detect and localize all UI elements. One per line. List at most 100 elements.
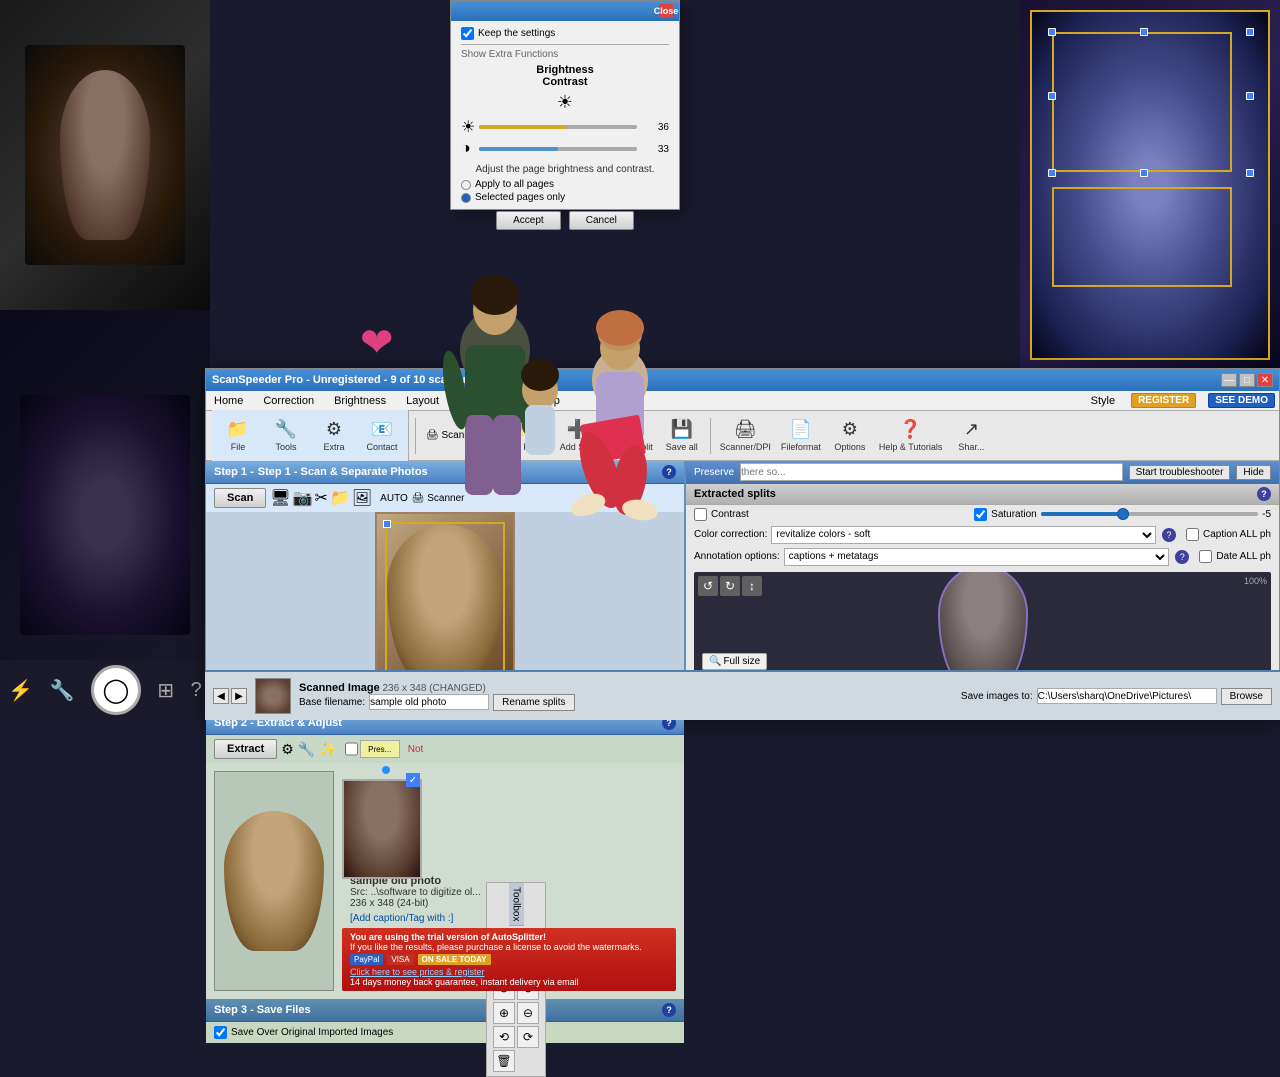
save-path-input[interactable] xyxy=(1037,688,1217,704)
extract-magic-icon[interactable]: ✨ xyxy=(319,741,336,758)
selected-only-radio[interactable] xyxy=(461,193,471,203)
delete-split-button[interactable]: ➖ Delete Split xyxy=(604,414,656,458)
preserve-checkbox[interactable] xyxy=(345,740,358,758)
rename-splits-button[interactable]: Rename splits xyxy=(493,694,574,711)
saturation-thumb[interactable] xyxy=(1117,508,1129,520)
file-toolbar-btn[interactable]: 📁 File xyxy=(216,414,260,458)
settings-icon[interactable]: 🔧 xyxy=(50,678,75,703)
scan-icon-1[interactable]: 🖥 xyxy=(270,488,290,508)
cancel-button[interactable]: Cancel xyxy=(569,211,634,230)
nav-next[interactable]: ▶ xyxy=(231,688,247,704)
extract-checkmark: ✓ xyxy=(406,773,420,787)
preview-selection-box[interactable] xyxy=(385,522,505,690)
saturation-slider[interactable] xyxy=(1041,512,1258,516)
drag-handle[interactable] xyxy=(382,766,390,774)
tool-zoom-out[interactable]: ⊖ xyxy=(517,1002,539,1024)
handle-tr[interactable] xyxy=(1246,28,1254,36)
date-all-checkbox[interactable] xyxy=(1199,550,1212,563)
share-button[interactable]: ↗ Shar... xyxy=(949,414,993,458)
dialog-close-button[interactable]: Close xyxy=(659,4,673,18)
caption-all-checkbox[interactable] xyxy=(1186,528,1199,541)
menu-layout[interactable]: Layout xyxy=(402,393,443,409)
extracted-help[interactable]: ? xyxy=(1257,487,1271,501)
handle-tl[interactable] xyxy=(383,520,391,528)
scan-button[interactable]: Scan xyxy=(214,488,266,508)
scan-icon-3[interactable]: ✂ xyxy=(315,488,328,508)
color-correction-help[interactable]: ? xyxy=(1162,528,1176,542)
handle-tc[interactable] xyxy=(1140,28,1148,36)
fileformat-button[interactable]: 📄 Fileformat xyxy=(778,414,824,458)
maximize-button[interactable]: □ xyxy=(1239,373,1255,387)
annotation-help[interactable]: ? xyxy=(1175,550,1189,564)
app-titlebar: ScanSpeeder Pro - Unregistered - 9 of 10… xyxy=(206,369,1279,391)
scan-circle-button[interactable]: ◯ xyxy=(91,665,141,715)
preserve-input[interactable] xyxy=(740,463,1123,481)
keep-settings-checkbox[interactable] xyxy=(461,27,474,40)
nav-prev[interactable]: ◀ xyxy=(213,688,229,704)
add-split-button[interactable]: ➕ Add Split xyxy=(556,414,600,458)
rotate-right-button[interactable]: ↻ xyxy=(720,576,740,596)
tool-redo[interactable]: ⟳ xyxy=(517,1026,539,1048)
contrast-checkbox[interactable] xyxy=(694,508,707,521)
menu-brightness[interactable]: Brightness xyxy=(330,393,390,409)
apply-all-radio[interactable] xyxy=(461,180,471,190)
tools-toolbar-btn[interactable]: 🔧 Tools xyxy=(264,414,308,458)
close-button[interactable]: ✕ xyxy=(1257,373,1273,387)
tool-zoom-in[interactable]: ⊕ xyxy=(493,1002,515,1024)
step1-help[interactable]: ? xyxy=(662,465,676,479)
extra-toolbar-btn[interactable]: ⚙ Extra xyxy=(312,414,356,458)
step3-help[interactable]: ? xyxy=(662,1003,676,1017)
handle-ml[interactable] xyxy=(1048,92,1056,100)
full-size-button[interactable]: 🔍 Full size xyxy=(702,653,767,670)
scanner-dpi-button[interactable]: 🖨 Scanner/DPI xyxy=(717,414,774,458)
contact-toolbar-btn[interactable]: 📧 Contact xyxy=(360,414,404,458)
help-icon[interactable]: ? xyxy=(191,679,202,702)
annotation-select[interactable]: captions + metatags xyxy=(784,548,1170,566)
menu-help[interactable]: Help xyxy=(533,393,564,409)
menu-recognition[interactable]: Recognition xyxy=(455,393,521,409)
flash-icon[interactable]: ⚡ xyxy=(8,678,33,703)
rotate-left-button[interactable]: ↺ xyxy=(698,576,718,596)
menu-correction[interactable]: Correction xyxy=(259,393,318,409)
extract-settings-icon[interactable]: ⚙ xyxy=(281,741,294,758)
start-troubleshooter-button[interactable]: Start troubleshooter xyxy=(1129,465,1231,480)
demo-button[interactable]: SEE DEMO xyxy=(1208,393,1275,408)
extract-button[interactable]: Extract xyxy=(214,739,277,759)
hide-button[interactable]: Hide xyxy=(1236,465,1271,480)
accept-button[interactable]: Accept xyxy=(496,211,561,230)
selection-box-top[interactable] xyxy=(1052,32,1232,172)
save-over-checkbox[interactable] xyxy=(214,1026,227,1039)
contrast-slider[interactable] xyxy=(479,147,637,151)
open-folder-button[interactable]: 📂 Open Folder xyxy=(496,414,552,458)
handle-tl[interactable] xyxy=(1048,28,1056,36)
register-button[interactable]: REGISTER xyxy=(1131,393,1196,408)
base-filename-input[interactable] xyxy=(369,694,489,710)
rotate-buttons: ↺ ↻ ↕ xyxy=(698,576,762,596)
handle-mr[interactable] xyxy=(1246,92,1254,100)
save-all-button[interactable]: 💾 Save all xyxy=(660,414,704,458)
menu-home[interactable]: Home xyxy=(210,393,247,409)
selection-box-bottom[interactable] xyxy=(1052,187,1232,287)
color-correction-select[interactable]: revitalize colors - soft xyxy=(771,526,1156,544)
grid-icon[interactable]: ⊞ xyxy=(157,678,174,703)
minimize-button[interactable]: — xyxy=(1221,373,1237,387)
help-tutorials-button[interactable]: ❓ Help & Tutorials xyxy=(876,414,946,458)
handle-bl[interactable] xyxy=(1048,169,1056,177)
menu-style[interactable]: Style xyxy=(1087,393,1119,409)
scan-icon-5[interactable]: 🖼 xyxy=(352,488,372,508)
register-link[interactable]: Click here to see prices & register xyxy=(350,967,668,977)
scan-icon-4[interactable]: 📁 xyxy=(330,488,350,508)
tool-undo[interactable]: ⟲ xyxy=(493,1026,515,1048)
browse-button[interactable]: Browse xyxy=(1221,688,1272,705)
extract-tool-icon[interactable]: 🔧 xyxy=(298,741,315,758)
scan-icon-2[interactable]: 📷 xyxy=(293,488,313,508)
app-title: ScanSpeeder Pro - Unregistered - 9 of 10… xyxy=(212,374,1221,386)
saturation-checkbox[interactable] xyxy=(974,508,987,521)
brightness-slider[interactable] xyxy=(479,125,637,129)
scan-controls: Scan 🖥 📷 ✂ 📁 🖼 AUTO 🖨 Scanner xyxy=(206,484,684,512)
handle-br[interactable] xyxy=(1246,169,1254,177)
options-button[interactable]: ⚙ Options xyxy=(828,414,872,458)
handle-bc[interactable] xyxy=(1140,169,1148,177)
tool-delete[interactable]: 🗑 xyxy=(493,1050,515,1072)
flip-button[interactable]: ↕ xyxy=(742,576,762,596)
